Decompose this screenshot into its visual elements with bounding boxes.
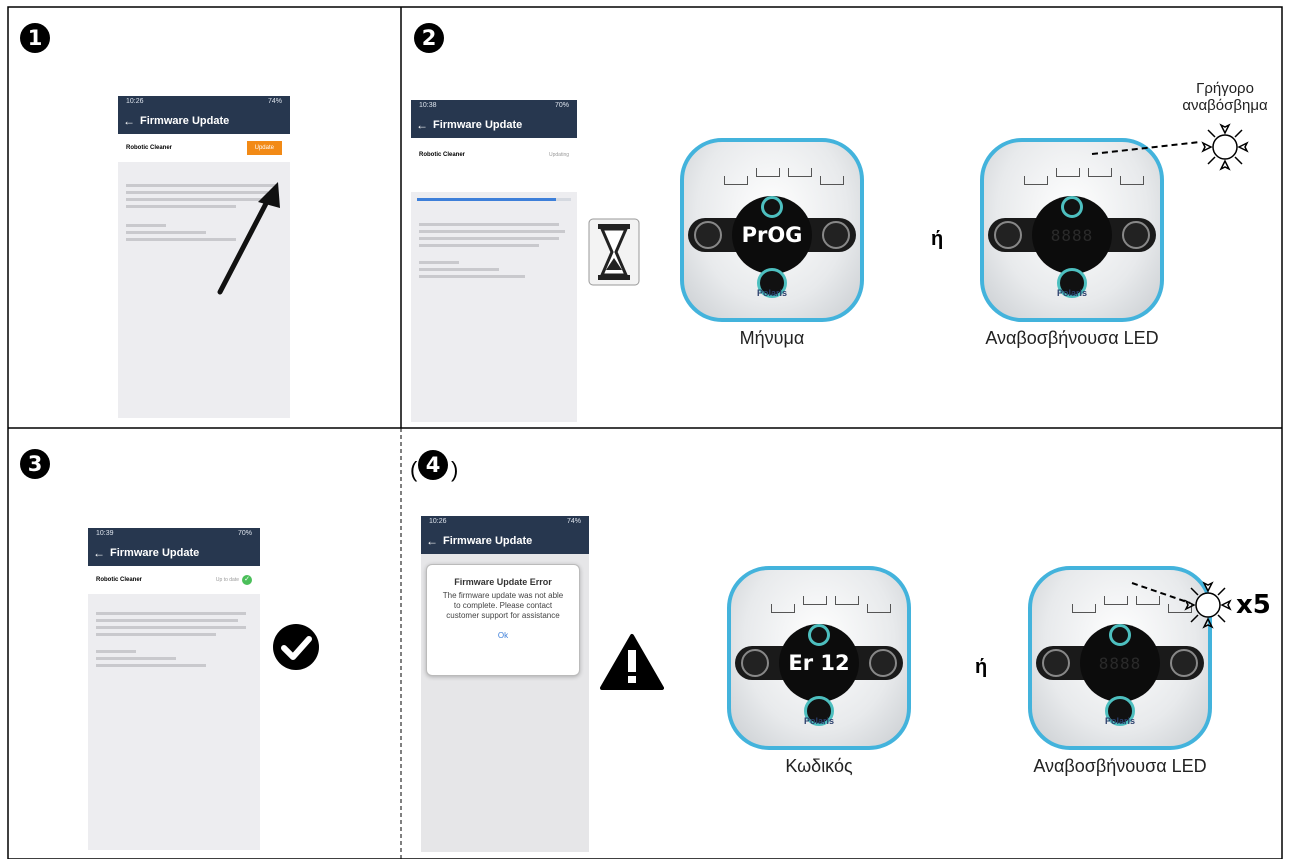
back-arrow-icon[interactable]: ← — [88, 546, 110, 560]
back-arrow-icon[interactable]: ← — [411, 118, 433, 132]
status-time: 10:38 — [419, 102, 437, 109]
status-ok-icon: ✓ — [242, 575, 252, 585]
app-title: Firmware Update — [140, 115, 230, 127]
error-dialog-ok-button[interactable]: Ok — [427, 631, 579, 640]
device-name: Robotic Cleaner — [126, 145, 173, 151]
phone-screenshot-up-to-date: 10:39 70% ← Firmware Update Robotic Cleane… — [88, 528, 260, 850]
status-battery: 74% — [566, 518, 581, 525]
update-progress-fill — [417, 198, 556, 201]
error-dialog: Firmware Update Error The firmware updat… — [426, 564, 580, 676]
error-dialog-body: The firmware update was not able to comp… — [442, 591, 564, 620]
display-prog: PrOG — [741, 223, 803, 247]
error-dialog-title: Firmware Update Error — [454, 577, 552, 587]
optional-paren-close: ) — [451, 457, 459, 482]
caption-message: Μήνυμα — [739, 328, 805, 348]
caption-blinking-led-2: Αναβοσβήνουσα LED — [1033, 756, 1207, 776]
device-name: Robotic Cleaner — [419, 152, 466, 158]
back-arrow-icon[interactable]: ← — [118, 114, 140, 128]
status-battery: 70% — [554, 102, 569, 109]
status-time: 10:26 — [429, 518, 447, 525]
status-time: 10:26 — [126, 98, 144, 105]
warning-triangle-icon — [600, 634, 664, 690]
hourglass-icon — [588, 218, 640, 286]
status-battery: 70% — [237, 530, 252, 537]
app-title: Firmware Update — [443, 535, 533, 547]
control-panel-message: PrOG Polaris Μήνυμα — [680, 138, 864, 348]
brand-logo: Polaris — [1104, 716, 1135, 726]
control-panel-error-code: Er 12 Polaris Κωδικός — [727, 566, 911, 776]
back-arrow-icon[interactable]: ← — [421, 534, 443, 548]
brand-logo: Polaris — [756, 288, 787, 298]
status-battery: 74% — [267, 98, 282, 105]
update-button[interactable]: Update — [246, 141, 282, 155]
app-title: Firmware Update — [110, 547, 200, 559]
step-number-4: 4 — [418, 450, 448, 480]
display-error-code: Er 12 — [788, 651, 850, 675]
blinking-sun-icon — [1091, 123, 1249, 171]
phone-screenshot-error: 10:26 74% ← Firmware Update Firmware Updat… — [421, 516, 589, 852]
step-number-2: 2 — [414, 23, 444, 53]
blink-count-label: x5 — [1236, 590, 1271, 620]
blinking-sun-icon — [1131, 581, 1232, 629]
or-label: ή — [975, 656, 988, 678]
fast-blink-label-line1: Γρήγορο — [1196, 80, 1254, 97]
step-number-3: 3 — [20, 449, 50, 479]
status-time: 10:39 — [96, 530, 114, 537]
step-number-1: 1 — [20, 23, 50, 53]
app-title: Firmware Update — [433, 119, 523, 131]
caption-code: Κωδικός — [785, 756, 853, 776]
update-progress-bar — [417, 198, 571, 201]
brand-logo: Polaris — [1056, 288, 1087, 298]
fast-blink-label-line2: αναβόσβημα — [1182, 97, 1268, 114]
check-circle-icon — [273, 624, 319, 670]
phone-screenshot-updating: 10:38 70% ← Firmware Update Robotic Cleane… — [411, 100, 577, 422]
pointer-arrow-icon — [217, 182, 280, 295]
uptodate-label: Up to date — [215, 577, 239, 583]
updating-label: Updating — [548, 152, 569, 158]
caption-blinking-led: Αναβοσβήνουσα LED — [985, 328, 1159, 348]
optional-paren-open: ( — [410, 457, 418, 482]
or-label: ή — [931, 228, 944, 250]
device-name: Robotic Cleaner — [96, 577, 143, 583]
brand-logo: Polaris — [803, 716, 834, 726]
